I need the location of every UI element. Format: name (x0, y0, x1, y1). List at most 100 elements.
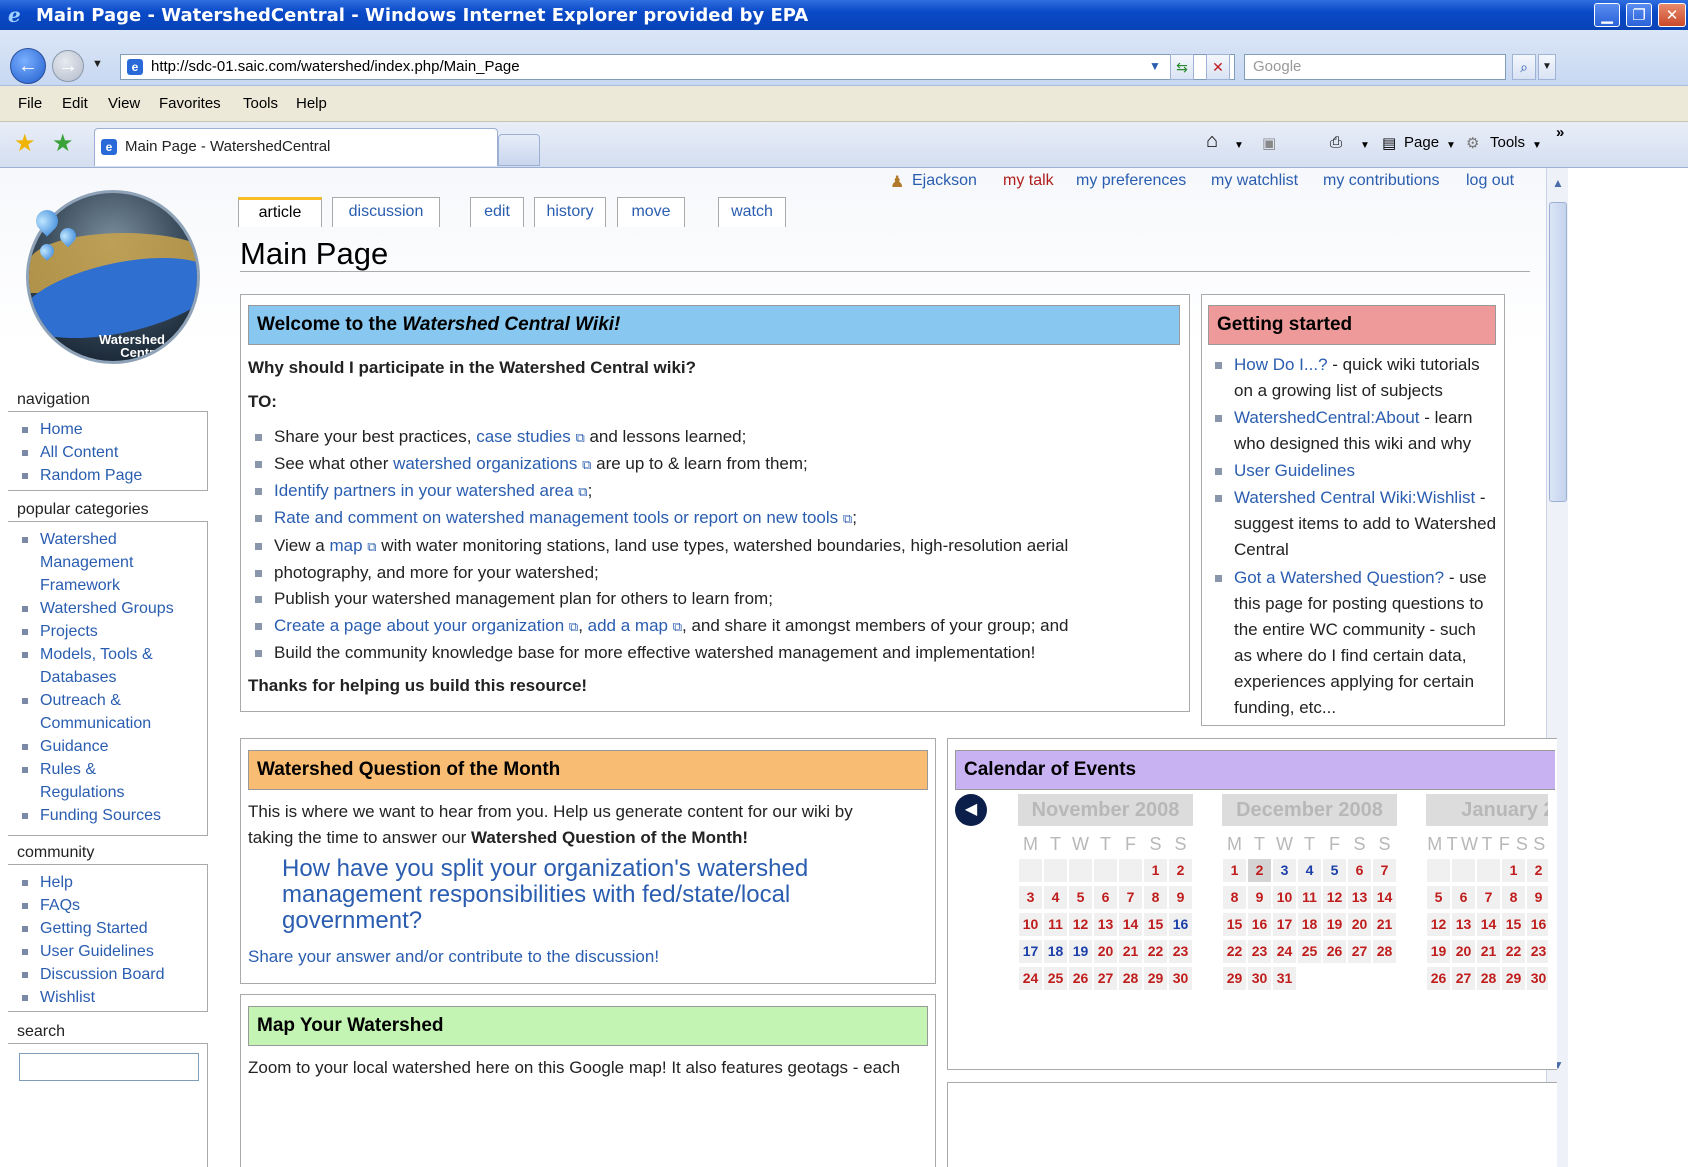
map-link[interactable]: map (329, 536, 362, 555)
calendar-day[interactable]: 25 (1044, 967, 1067, 990)
chevron-more-icon[interactable]: » (1556, 124, 1564, 141)
calendar-day[interactable]: 16 (1248, 913, 1271, 936)
calendar-day[interactable]: 23 (1169, 940, 1192, 963)
tab-watch[interactable]: watch (718, 197, 786, 227)
sidebar-item-faqs[interactable]: FAQs (20, 894, 207, 917)
minimize-button[interactable]: ▁ (1594, 3, 1620, 27)
address-bar[interactable]: e http://sdc-01.saic.com/watershed/index… (120, 54, 1235, 80)
back-button[interactable]: ← (10, 48, 46, 84)
calendar-day[interactable]: 21 (1119, 940, 1142, 963)
sidebar-item-models-tools-databases[interactable]: Models, Tools & Databases (20, 643, 180, 689)
print-dropdown-icon[interactable]: ▼ (1360, 140, 1370, 151)
question-text[interactable]: How have you split your organization's w… (282, 856, 882, 934)
calendar-day[interactable]: 26 (1069, 967, 1092, 990)
calendar-day[interactable]: 30 (1527, 967, 1548, 990)
how-do-i-link[interactable]: How Do I...? (1234, 355, 1328, 374)
sidebar-item-discussion-board[interactable]: Discussion Board (20, 963, 207, 986)
case-studies-link[interactable]: case studies (476, 427, 571, 446)
tools-dropdown-icon[interactable]: ▼ (1532, 140, 1542, 151)
refresh-icon[interactable]: ⇆ (1170, 54, 1194, 80)
calendar-day[interactable]: 10 (1019, 913, 1042, 936)
sidebar-item-watershed-groups[interactable]: Watershed Groups (20, 597, 207, 620)
scroll-thumb[interactable] (1549, 202, 1567, 502)
sidebar-item-rules-regulations[interactable]: Rules & Regulations (20, 758, 160, 804)
address-dropdown-icon[interactable]: ▼ (1143, 54, 1167, 80)
add-map-link[interactable]: add a map (588, 616, 668, 635)
calendar-day[interactable]: 12 (1323, 886, 1346, 909)
sidebar-item-watershed-management-framework[interactable]: Watershed Management Framework (20, 528, 160, 597)
history-dropdown-icon[interactable]: ▼ (92, 58, 103, 70)
new-tab-button[interactable] (498, 134, 540, 166)
search-input[interactable]: Google (1244, 54, 1506, 80)
tab-history[interactable]: history (534, 197, 606, 227)
personal-my-watchlist[interactable]: my watchlist (1211, 172, 1298, 190)
calendar-day[interactable]: 24 (1019, 967, 1042, 990)
sidebar-item-home[interactable]: Home (20, 418, 207, 441)
watershed-organizations-link[interactable]: watershed organizations (393, 454, 577, 473)
personal-my-preferences[interactable]: my preferences (1076, 172, 1186, 190)
calendar-day[interactable]: 10 (1273, 886, 1296, 909)
user-guidelines-link[interactable]: User Guidelines (1234, 461, 1355, 480)
calendar-day[interactable]: 22 (1223, 940, 1246, 963)
calendar-day[interactable]: 8 (1502, 886, 1525, 909)
calendar-day[interactable]: 22 (1502, 940, 1525, 963)
calendar-day[interactable]: 20 (1348, 913, 1371, 936)
tab-edit[interactable]: edit (470, 197, 524, 227)
calendar-day[interactable]: 14 (1119, 913, 1142, 936)
calendar-day[interactable]: 25 (1298, 940, 1321, 963)
calendar-day[interactable]: 11 (1298, 886, 1321, 909)
calendar-day[interactable]: 13 (1452, 913, 1475, 936)
calendar-day[interactable]: 16 (1527, 913, 1548, 936)
calendar-day[interactable]: 11 (1044, 913, 1067, 936)
restore-button[interactable]: ❐ (1626, 3, 1652, 27)
calendar-day[interactable]: 23 (1527, 940, 1548, 963)
stop-icon[interactable]: ✕ (1206, 54, 1230, 80)
calendar-day[interactable]: 14 (1373, 886, 1396, 909)
page-menu-icon[interactable]: ▤ (1382, 134, 1396, 152)
calendar-day[interactable]: 2 (1527, 859, 1548, 882)
calendar-day[interactable]: 5 (1323, 859, 1346, 882)
calendar-day[interactable]: 29 (1144, 967, 1167, 990)
calendar-day[interactable]: 26 (1323, 940, 1346, 963)
calendar-day[interactable]: 1 (1223, 859, 1246, 882)
calendar-day[interactable]: 8 (1144, 886, 1167, 909)
calendar-day[interactable]: 21 (1373, 913, 1396, 936)
tab-article[interactable]: article (238, 197, 322, 227)
calendar-day[interactable]: 6 (1452, 886, 1475, 909)
menu-file[interactable]: File (18, 95, 42, 112)
create-page-link[interactable]: Create a page about your organization (274, 616, 564, 635)
calendar-day[interactable]: 19 (1427, 940, 1450, 963)
calendar-day[interactable]: 7 (1373, 859, 1396, 882)
sidebar-item-wishlist[interactable]: Wishlist (20, 986, 207, 1009)
calendar-day[interactable]: 12 (1069, 913, 1092, 936)
menu-help[interactable]: Help (296, 95, 327, 112)
home-dropdown-icon[interactable]: ▼ (1234, 140, 1244, 151)
calendar-day[interactable]: 4 (1044, 886, 1067, 909)
personal-log-out[interactable]: log out (1466, 172, 1514, 190)
scroll-up-icon[interactable]: ▲ (1549, 174, 1567, 192)
personal-my-contributions[interactable]: my contributions (1323, 172, 1440, 190)
calendar-day[interactable]: 9 (1169, 886, 1192, 909)
menu-favorites[interactable]: Favorites (159, 95, 221, 112)
forward-button[interactable]: → (52, 50, 84, 82)
sidebar-item-outreach-communication[interactable]: Outreach & Communication (20, 689, 180, 735)
menu-view[interactable]: View (108, 95, 140, 112)
calendar-day[interactable]: 29 (1502, 967, 1525, 990)
sidebar-item-random-page[interactable]: Random Page (20, 464, 207, 487)
calendar-day[interactable]: 21 (1477, 940, 1500, 963)
tab-move[interactable]: move (617, 197, 685, 227)
search-icon[interactable]: ⌕ (1512, 54, 1536, 80)
calendar-day[interactable]: 6 (1348, 859, 1371, 882)
about-link[interactable]: WatershedCentral:About (1234, 408, 1420, 427)
page-dropdown-icon[interactable]: ▼ (1446, 140, 1456, 151)
calendar-day[interactable]: 3 (1273, 859, 1296, 882)
calendar-day[interactable]: 15 (1223, 913, 1246, 936)
calendar-day[interactable]: 8 (1223, 886, 1246, 909)
calendar-day[interactable]: 28 (1119, 967, 1142, 990)
calendar-day[interactable]: 20 (1094, 940, 1117, 963)
sidebar-item-funding-sources[interactable]: Funding Sources (20, 804, 207, 827)
wiki-search-input[interactable] (19, 1053, 199, 1081)
sidebar-item-all-content[interactable]: All Content (20, 441, 207, 464)
tools-menu[interactable]: Tools (1490, 134, 1525, 151)
calendar-day[interactable]: 19 (1323, 913, 1346, 936)
